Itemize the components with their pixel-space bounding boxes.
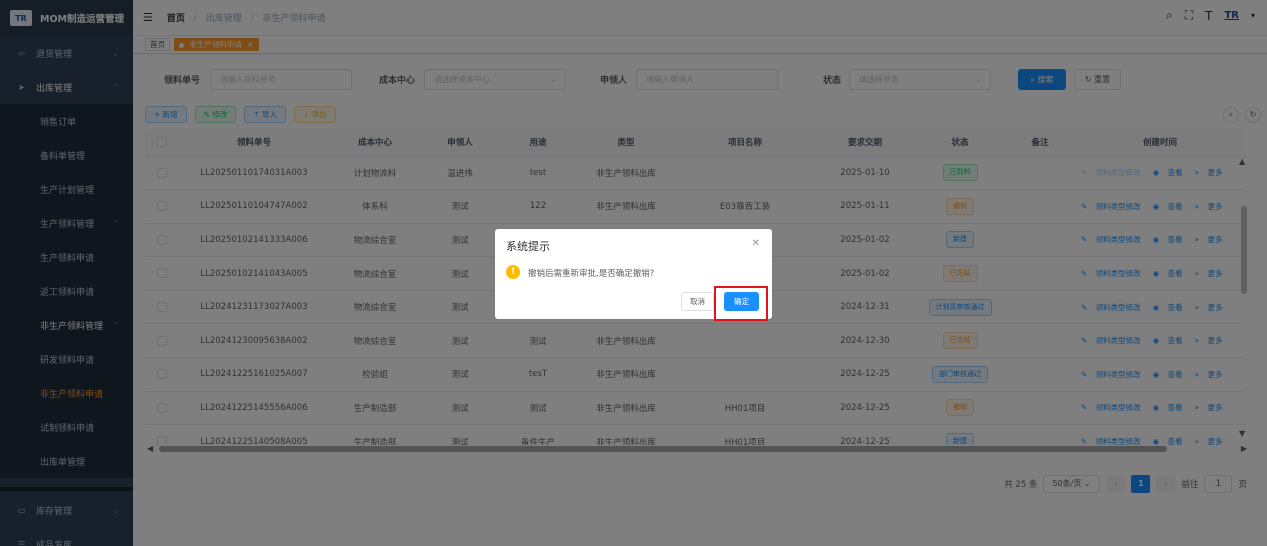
dialog-title: 系统提示 bbox=[506, 240, 550, 253]
highlight-box bbox=[714, 286, 768, 321]
cancel-button[interactable]: 取消 bbox=[681, 292, 714, 311]
warning-icon: ! bbox=[506, 265, 520, 279]
dialog-message: 撤销后需重新审批,是否确定撤销? bbox=[528, 269, 655, 279]
close-icon[interactable]: ✕ bbox=[752, 238, 760, 249]
